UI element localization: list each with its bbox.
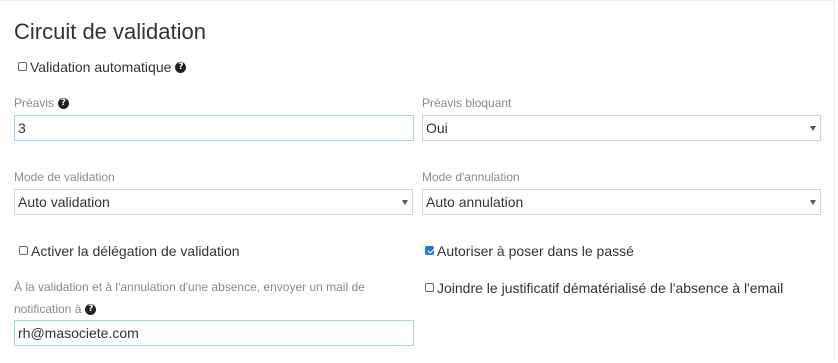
delegation-checkbox[interactable] bbox=[19, 245, 28, 255]
justificatif-checkbox[interactable] bbox=[425, 282, 434, 292]
mail-notification-label: À la validation et à l'annulation d'une … bbox=[14, 276, 414, 320]
validation-auto-label: Validation automatique bbox=[30, 59, 172, 75]
mode-validation-value: Auto validation bbox=[18, 194, 110, 210]
preavis-label: Préavis bbox=[14, 96, 55, 110]
validation-circuit-panel: Circuit de validation Validation automat… bbox=[0, 0, 835, 360]
mail-notification-value: rh@masociete.com bbox=[18, 325, 139, 341]
poser-passe-label: Autoriser à poser dans le passé bbox=[437, 243, 634, 259]
mode-validation-label-text: Mode de validation bbox=[14, 170, 115, 184]
mode-annulation-label: Mode d'annulation bbox=[422, 170, 520, 184]
delegation-label: Activer la délégation de validation bbox=[31, 243, 240, 259]
preavis-bloquant-label: Préavis bloquant bbox=[422, 96, 511, 110]
justificatif-row[interactable]: Joindre le justificatif dématérialisé de… bbox=[425, 280, 783, 296]
mail-notification-label-line1: À la validation et à l'annulation d'une … bbox=[14, 280, 365, 294]
question-circle-icon[interactable]: ? bbox=[85, 303, 97, 315]
preavis-label-row: Préavis ? bbox=[14, 96, 70, 110]
validation-auto-checkbox[interactable] bbox=[18, 61, 27, 71]
preavis-bloquant-select[interactable]: Oui bbox=[422, 115, 821, 141]
section-title: Circuit de validation bbox=[14, 19, 206, 44]
mail-notification-label-line2-row: notification à ? bbox=[14, 298, 414, 320]
preavis-bloquant-value: Oui bbox=[426, 120, 448, 136]
preavis-value: 3 bbox=[18, 120, 26, 136]
chevron-down-icon bbox=[810, 200, 816, 205]
question-circle-icon[interactable]: ? bbox=[175, 61, 187, 73]
justificatif-label: Joindre le justificatif dématérialisé de… bbox=[437, 280, 784, 296]
mode-annulation-label-text: Mode d'annulation bbox=[422, 170, 520, 184]
validation-auto-row[interactable]: Validation automatique ? bbox=[18, 59, 187, 75]
mode-annulation-value: Auto annulation bbox=[426, 194, 524, 210]
question-circle-icon[interactable]: ? bbox=[58, 97, 70, 109]
mail-notification-label-line2: notification à bbox=[14, 302, 82, 316]
mode-annulation-select[interactable]: Auto annulation bbox=[422, 189, 821, 215]
mode-validation-label: Mode de validation bbox=[14, 170, 115, 184]
mode-validation-select[interactable]: Auto validation bbox=[14, 189, 413, 215]
delegation-row[interactable]: Activer la délégation de validation bbox=[19, 243, 240, 259]
chevron-down-icon bbox=[402, 200, 408, 205]
mail-notification-input[interactable]: rh@masociete.com bbox=[14, 320, 414, 346]
preavis-input[interactable]: 3 bbox=[14, 115, 414, 141]
chevron-down-icon bbox=[810, 126, 816, 131]
poser-passe-checkbox[interactable] bbox=[425, 245, 434, 255]
preavis-bloquant-label-text: Préavis bloquant bbox=[422, 96, 512, 110]
poser-passe-row[interactable]: Autoriser à poser dans le passé bbox=[425, 243, 634, 259]
